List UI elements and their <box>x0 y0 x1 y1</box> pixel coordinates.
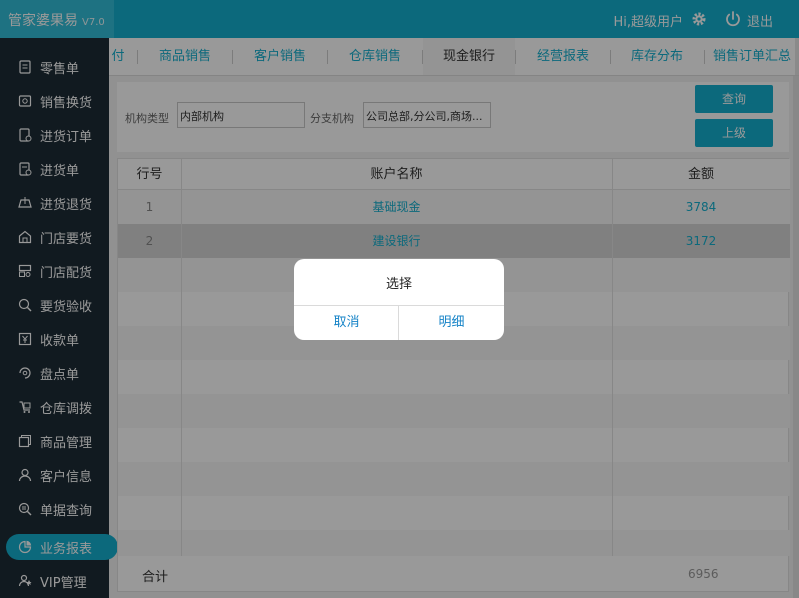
choice-dialog: 选择 取消 明细 <box>294 259 504 340</box>
detail-button[interactable]: 明细 <box>399 305 504 340</box>
cancel-button[interactable]: 取消 <box>294 305 399 340</box>
dialog-title: 选择 <box>385 277 412 292</box>
